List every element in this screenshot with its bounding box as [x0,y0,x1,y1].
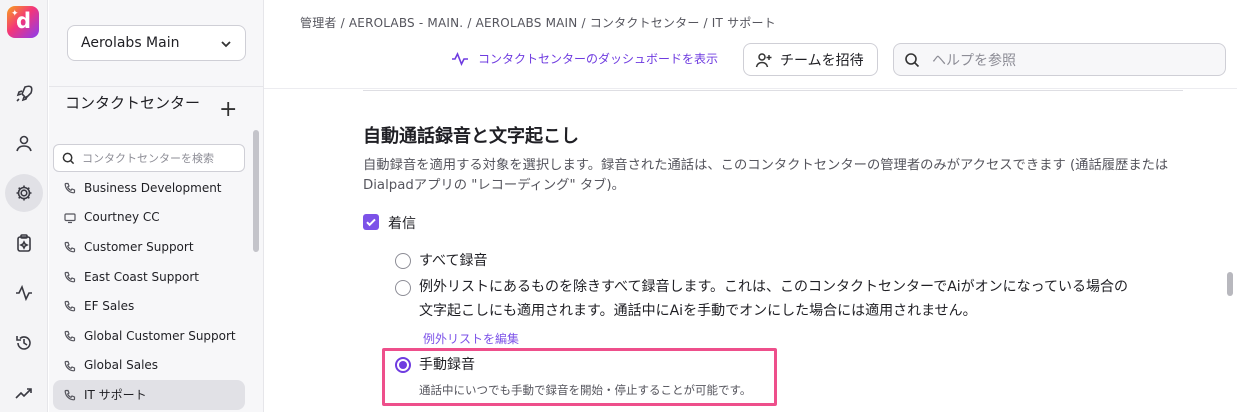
radio-record-all-label: すべて録音 [419,253,488,269]
phone-icon [64,360,76,371]
dialpad-logo[interactable]: ✦ d [7,6,39,38]
monitor-icon [64,212,76,223]
sidebar-item[interactable]: East Coast Support [53,262,245,292]
sidebar-divider [49,86,264,87]
incoming-label: 着信 [388,216,416,232]
contact-center-list: Business Development Courtney CC Custome… [53,173,245,410]
contact-center-search[interactable]: コンタクトセンターを検索 [53,144,245,172]
search-icon [905,53,920,68]
phone-icon [64,330,76,342]
main-scrollbar[interactable] [1227,272,1233,296]
add-person-icon [755,53,772,68]
person-icon[interactable] [8,127,40,159]
sidebar-item-label: Global Sales [84,358,159,373]
section-divider [363,90,1183,91]
rocket-icon[interactable] [8,78,40,110]
phone-icon [64,390,76,401]
sidebar-item-label: Courtney CC [84,210,160,225]
help-search-input[interactable]: ヘルプを参照 [893,43,1226,76]
radio-record-except[interactable] [395,280,411,296]
dashboard-link[interactable]: コンタクトセンターのダッシュボードを表示 [451,50,718,67]
sidebar-item-label: Global Customer Support [84,328,236,343]
history-icon[interactable] [8,327,40,359]
sidebar-scrollbar[interactable] [253,130,259,252]
radio-manual-record[interactable] [395,357,411,373]
section-title: 自動通話録音と文字起こし [363,126,579,147]
sidebar-item[interactable]: Courtney CC [53,203,245,233]
sidebar: Aerolabs Main コンタクトセンター + コンタクトセンターを検索 B… [49,0,264,412]
invite-team-button[interactable]: チームを招待 [743,43,878,76]
sidebar-item-label: EF Sales [84,299,135,314]
radio-record-except-label: 例外リストにあるものを除きすべて録音します。これは、このコンタクトセンターでAi… [419,279,1128,295]
logo-letter: d [16,9,32,33]
incoming-checkbox[interactable] [363,214,379,230]
add-icon[interactable]: + [219,99,237,121]
sidebar-item-active[interactable]: IT サポート [53,380,245,410]
check-icon [366,218,376,227]
dashboard-link-label: コンタクトセンターのダッシュボードを表示 [478,52,719,66]
phone-icon [64,242,76,253]
sidebar-item-label: East Coast Support [84,269,199,284]
radio-manual-record-label: 手動録音 [419,357,475,373]
search-icon [62,152,75,165]
sidebar-item[interactable]: Global Sales [53,351,245,381]
breadcrumb[interactable]: 管理者 / AEROLABS - MAIN. / AEROLABS MAIN /… [300,14,776,31]
trend-up-icon[interactable] [8,377,40,409]
sidebar-item[interactable]: EF Sales [53,291,245,321]
sidebar-item-label: Customer Support [84,239,194,254]
sidebar-item[interactable]: Global Customer Support [53,321,245,351]
settings-gear-icon[interactable] [5,174,43,212]
search-placeholder: コンタクトセンターを検索 [82,152,214,165]
sidebar-item-label: IT サポート [84,388,147,403]
radio-record-all[interactable] [395,253,411,269]
invite-label: チームを招待 [780,52,864,69]
header-divider [264,88,1237,89]
sidebar-item[interactable]: Customer Support [53,232,245,262]
activity-icon[interactable] [8,277,40,309]
sidebar-item[interactable]: Business Development [53,173,245,203]
sidebar-title: コンタクトセンター [65,94,201,112]
help-search-placeholder: ヘルプを参照 [932,52,1016,69]
app-rail: ✦ d [0,0,48,412]
phone-icon [64,182,76,194]
phone-icon [64,271,76,283]
sidebar-item-label: Business Development [84,180,222,195]
chevron-down-icon [221,41,231,48]
clipboard-sparkle-icon[interactable] [8,227,40,259]
section-description: 自動録音を適用する対象を選択します。録音された通話は、このコンタクトセンターの管… [363,158,1169,193]
radio-record-except-desc: 文字起こしにも適用されます。通話中にAiを手動でオンにした場合には適用されません… [419,303,977,319]
edit-exception-list-link[interactable]: 例外リストを編集 [423,330,519,347]
activity-icon [452,51,468,66]
workspace-name: Aerolabs Main [81,35,180,51]
workspace-select[interactable]: Aerolabs Main [67,25,246,61]
phone-icon [64,301,76,312]
radio-manual-record-desc: 通話中にいつでも手動で録音を開始・停止することが可能です。 [419,383,752,397]
